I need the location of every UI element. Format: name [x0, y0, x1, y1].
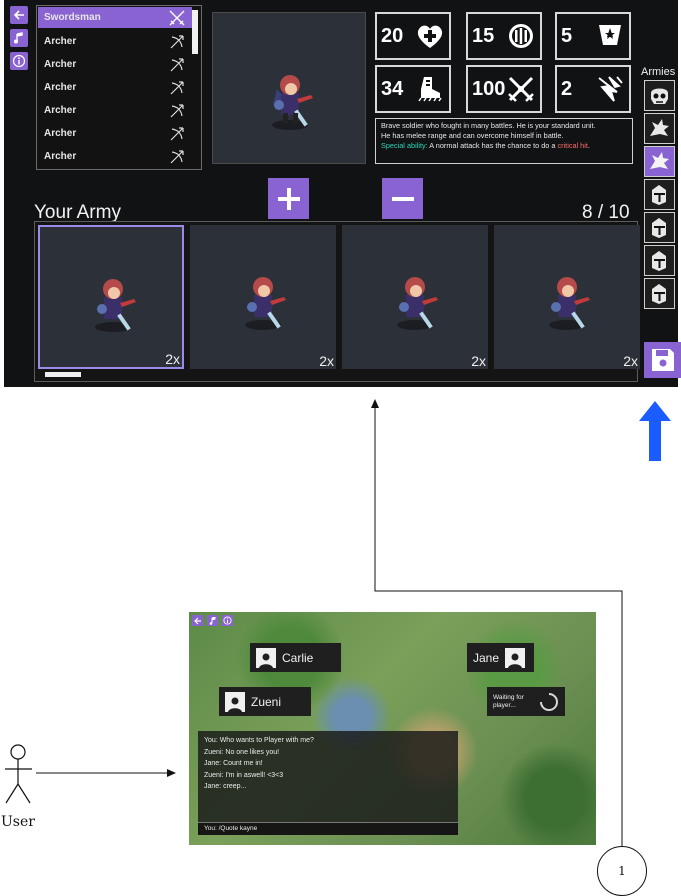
step-connector-arrow — [371, 399, 623, 846]
step-number: 1 — [618, 864, 626, 878]
diagram-overlay — [5, 399, 671, 846]
blue-up-arrow-icon — [639, 401, 671, 461]
user-label: User — [1, 814, 35, 830]
step-number-circle: 1 — [597, 846, 647, 896]
user-actor-icon — [5, 744, 32, 804]
user-to-lobby-arrow — [36, 769, 176, 777]
